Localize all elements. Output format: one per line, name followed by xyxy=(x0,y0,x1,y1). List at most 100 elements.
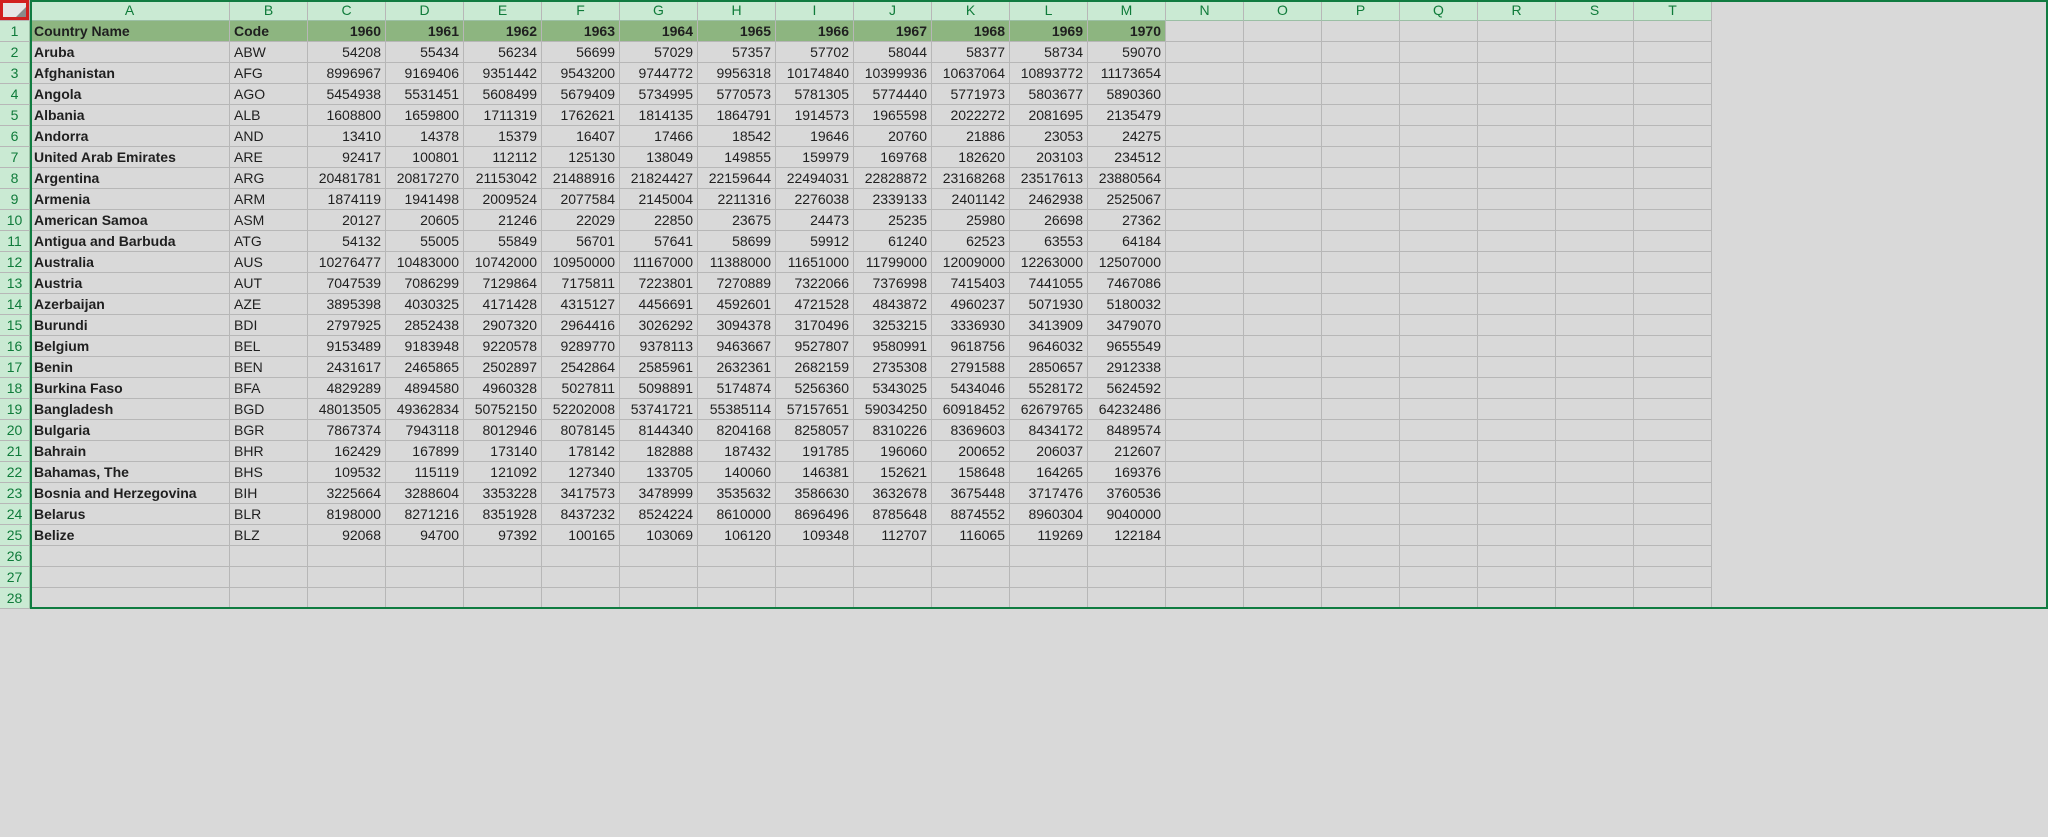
row-header[interactable]: 24 xyxy=(0,504,30,525)
cell-value[interactable]: 5531451 xyxy=(386,84,464,105)
cell-value[interactable]: 112112 xyxy=(464,147,542,168)
cell-empty[interactable] xyxy=(1478,147,1556,168)
cell-empty[interactable] xyxy=(386,567,464,588)
cell-value[interactable]: 58044 xyxy=(854,42,932,63)
cell-code[interactable]: ASM xyxy=(230,210,308,231)
cell-empty[interactable] xyxy=(1244,378,1322,399)
cell-value[interactable]: 106120 xyxy=(698,525,776,546)
cell-code[interactable]: BEL xyxy=(230,336,308,357)
cell-empty[interactable] xyxy=(542,567,620,588)
cell-value[interactable]: 4894580 xyxy=(386,378,464,399)
cell-value[interactable]: 7467086 xyxy=(1088,273,1166,294)
column-header-h[interactable]: H xyxy=(698,0,776,21)
cell-value[interactable]: 3253215 xyxy=(854,315,932,336)
cell-empty[interactable] xyxy=(308,546,386,567)
cell-value[interactable]: 3535632 xyxy=(698,483,776,504)
cell-value[interactable]: 2585961 xyxy=(620,357,698,378)
column-header-n[interactable]: N xyxy=(1166,0,1244,21)
cell-empty[interactable] xyxy=(620,588,698,609)
cell-value[interactable]: 9646032 xyxy=(1010,336,1088,357)
cell-empty[interactable] xyxy=(1400,441,1478,462)
cell-value[interactable]: 2211316 xyxy=(698,189,776,210)
cell-value[interactable]: 20760 xyxy=(854,126,932,147)
cell-value[interactable]: 7270889 xyxy=(698,273,776,294)
cell-value[interactable]: 62523 xyxy=(932,231,1010,252)
column-header-p[interactable]: P xyxy=(1322,0,1400,21)
cell-value[interactable]: 48013505 xyxy=(308,399,386,420)
cell-value[interactable]: 55385114 xyxy=(698,399,776,420)
cell-empty[interactable] xyxy=(1478,588,1556,609)
cell-empty[interactable] xyxy=(1322,336,1400,357)
cell-value[interactable]: 12263000 xyxy=(1010,252,1088,273)
column-header-r[interactable]: R xyxy=(1478,0,1556,21)
cell-empty[interactable] xyxy=(30,588,230,609)
column-header-l[interactable]: L xyxy=(1010,0,1088,21)
cell-value[interactable]: 1711319 xyxy=(464,105,542,126)
cell-value[interactable]: 21886 xyxy=(932,126,1010,147)
cell-value[interactable]: 23168268 xyxy=(932,168,1010,189)
cell-value[interactable]: 1608800 xyxy=(308,105,386,126)
cell-empty[interactable] xyxy=(1244,441,1322,462)
cell-empty[interactable] xyxy=(1166,441,1244,462)
cell-country[interactable]: Afghanistan xyxy=(30,63,230,84)
cell-value[interactable]: 58377 xyxy=(932,42,1010,63)
cell-value[interactable]: 57702 xyxy=(776,42,854,63)
cell-country[interactable]: Belize xyxy=(30,525,230,546)
cell-value[interactable]: 59070 xyxy=(1088,42,1166,63)
cell-value[interactable]: 7322066 xyxy=(776,273,854,294)
cell-value[interactable]: 12507000 xyxy=(1088,252,1166,273)
cell-empty[interactable] xyxy=(932,588,1010,609)
cell-value[interactable]: 4171428 xyxy=(464,294,542,315)
cell-value[interactable]: 12009000 xyxy=(932,252,1010,273)
cell-value[interactable]: 25235 xyxy=(854,210,932,231)
cell-empty[interactable] xyxy=(1556,441,1634,462)
cell-value[interactable]: 2907320 xyxy=(464,315,542,336)
cell-value[interactable]: 14378 xyxy=(386,126,464,147)
cell-value[interactable]: 22159644 xyxy=(698,168,776,189)
cell-value[interactable]: 140060 xyxy=(698,462,776,483)
cell-empty[interactable] xyxy=(1322,525,1400,546)
cell-value[interactable]: 18542 xyxy=(698,126,776,147)
cell-empty[interactable] xyxy=(1478,189,1556,210)
cell-empty[interactable] xyxy=(1166,504,1244,525)
cell-empty[interactable] xyxy=(1244,525,1322,546)
cell-empty[interactable] xyxy=(1556,399,1634,420)
cell-value[interactable]: 109532 xyxy=(308,462,386,483)
cell-value[interactable]: 7943118 xyxy=(386,420,464,441)
cell-value[interactable]: 8204168 xyxy=(698,420,776,441)
cell-value[interactable]: 10637064 xyxy=(932,63,1010,84)
cell-empty[interactable] xyxy=(698,546,776,567)
cell-empty[interactable] xyxy=(1634,21,1712,42)
cell-value[interactable]: 4456691 xyxy=(620,294,698,315)
cell-value[interactable]: 57357 xyxy=(698,42,776,63)
cell-value[interactable]: 116065 xyxy=(932,525,1010,546)
row-header[interactable]: 18 xyxy=(0,378,30,399)
header-country-name[interactable]: Country Name xyxy=(30,21,230,42)
cell-empty[interactable] xyxy=(1634,441,1712,462)
cell-empty[interactable] xyxy=(1166,462,1244,483)
cell-value[interactable]: 62679765 xyxy=(1010,399,1088,420)
cell-value[interactable]: 9040000 xyxy=(1088,504,1166,525)
cell-empty[interactable] xyxy=(1556,168,1634,189)
cell-value[interactable]: 61240 xyxy=(854,231,932,252)
cell-code[interactable]: BGD xyxy=(230,399,308,420)
cell-value[interactable]: 4315127 xyxy=(542,294,620,315)
cell-empty[interactable] xyxy=(1478,357,1556,378)
cell-value[interactable]: 55005 xyxy=(386,231,464,252)
header-year[interactable]: 1969 xyxy=(1010,21,1088,42)
cell-value[interactable]: 182620 xyxy=(932,147,1010,168)
cell-empty[interactable] xyxy=(1400,315,1478,336)
cell-value[interactable]: 9618756 xyxy=(932,336,1010,357)
cell-value[interactable]: 5027811 xyxy=(542,378,620,399)
column-header-e[interactable]: E xyxy=(464,0,542,21)
cell-empty[interactable] xyxy=(854,546,932,567)
cell-empty[interactable] xyxy=(1244,567,1322,588)
cell-country[interactable]: Austria xyxy=(30,273,230,294)
cell-empty[interactable] xyxy=(1556,504,1634,525)
cell-empty[interactable] xyxy=(1556,189,1634,210)
cell-value[interactable]: 11388000 xyxy=(698,252,776,273)
cell-value[interactable]: 5343025 xyxy=(854,378,932,399)
cell-empty[interactable] xyxy=(1244,63,1322,84)
cell-empty[interactable] xyxy=(230,546,308,567)
cell-value[interactable]: 7376998 xyxy=(854,273,932,294)
